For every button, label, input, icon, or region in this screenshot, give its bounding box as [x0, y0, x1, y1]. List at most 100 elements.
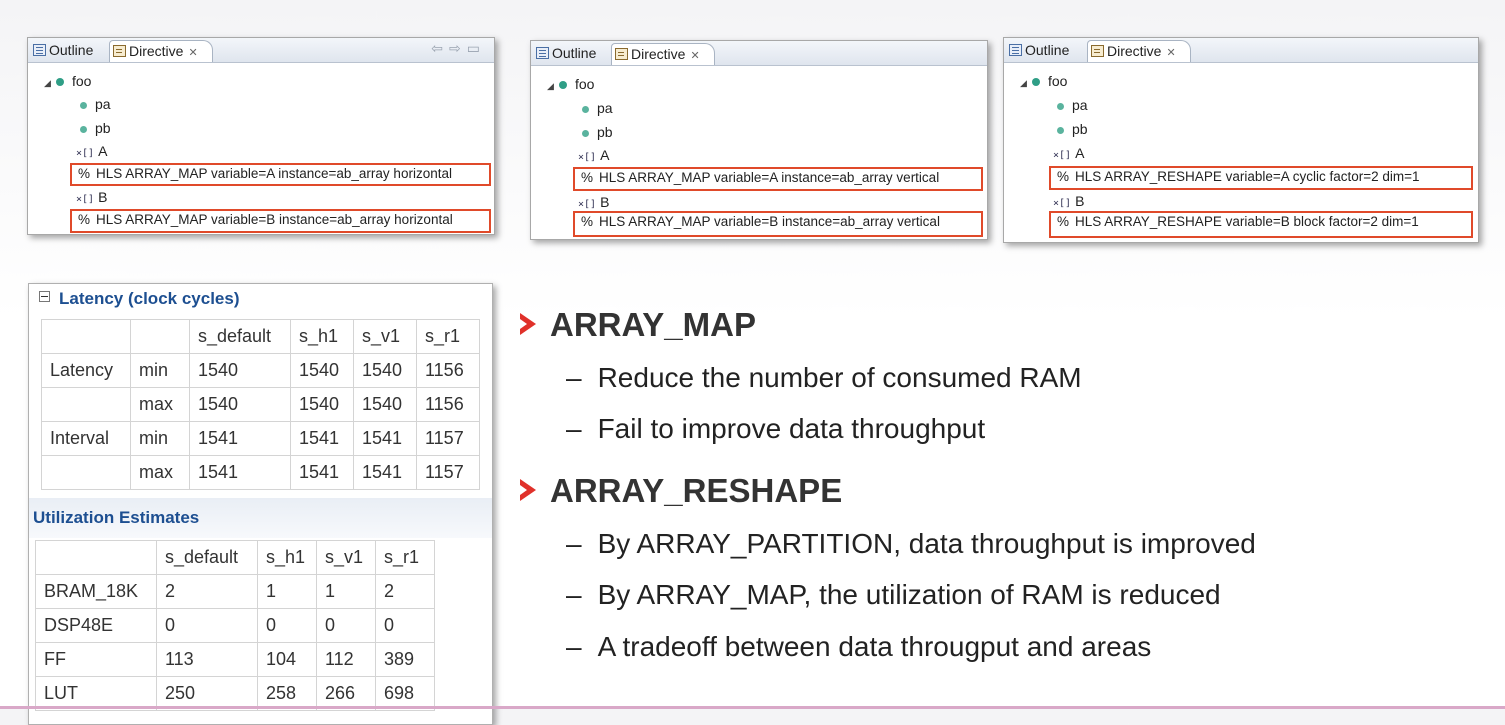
- tree-label: pb: [1072, 121, 1088, 137]
- dash-marker: –: [566, 579, 582, 610]
- tree-item-array[interactable]: ×[] A: [76, 141, 107, 161]
- tree-item-port[interactable]: pa: [582, 98, 613, 118]
- table-cell: max: [130, 387, 190, 422]
- sub-bullet-text: By ARRAY_MAP, the utilization of RAM is …: [597, 579, 1221, 610]
- directive-label: HLS ARRAY_MAP variable=B instance=ab_arr…: [96, 212, 453, 227]
- back-arrow-icon[interactable]: ⇦: [431, 40, 449, 56]
- tree-label: foo: [1048, 73, 1068, 89]
- tab-directive[interactable]: Directive ✕: [109, 40, 213, 62]
- dash-marker: –: [566, 631, 582, 662]
- tree-label: foo: [575, 76, 595, 92]
- minimize-icon[interactable]: ▭: [467, 40, 486, 56]
- array-icon: ×[]: [76, 194, 95, 205]
- table-cell: [41, 455, 131, 490]
- directive-highlight[interactable]: % HLS ARRAY_MAP variable=B instance=ab_ar…: [70, 209, 491, 233]
- function-icon: [56, 78, 64, 86]
- sub-bullet: – By ARRAY_PARTITION, data throughput is …: [566, 528, 1256, 560]
- tree-item-port[interactable]: pa: [80, 94, 111, 114]
- dash-marker: –: [566, 528, 582, 559]
- table-cell: 1541: [353, 455, 417, 490]
- forward-arrow-icon[interactable]: ⇨: [449, 40, 467, 56]
- directive-label: HLS ARRAY_MAP variable=A instance=ab_arr…: [96, 166, 452, 181]
- table-cell: [35, 540, 157, 575]
- view-tab-bar: Outline Directive ✕: [531, 41, 987, 66]
- tab-outline[interactable]: Outline: [30, 40, 97, 61]
- array-icon: ×[]: [1053, 150, 1072, 161]
- bullet-title: ARRAY_RESHAPE: [550, 472, 843, 509]
- table-cell: 1157: [416, 455, 480, 490]
- expand-triangle-icon[interactable]: ◢: [44, 73, 56, 93]
- dash-marker: –: [566, 362, 582, 393]
- utilization-title: Utilization Estimates: [33, 508, 200, 527]
- table-cell: 1: [316, 574, 376, 609]
- tree-item-port[interactable]: pb: [1057, 119, 1088, 139]
- tree-item-port[interactable]: pa: [1057, 95, 1088, 115]
- directive-highlight[interactable]: % HLS ARRAY_MAP variable=A instance=ab_ar…: [573, 167, 983, 191]
- pragma-icon: %: [1057, 169, 1070, 184]
- tab-label: Outline: [1025, 42, 1070, 58]
- table-cell: 1541: [290, 455, 354, 490]
- table-row: FF 113 104 112 389: [35, 642, 435, 677]
- directive-icon: [615, 48, 628, 60]
- table-cell: [41, 319, 131, 354]
- chevron-right-icon: [520, 313, 536, 335]
- expand-triangle-icon[interactable]: ◢: [1020, 73, 1032, 93]
- array-icon: ×[]: [578, 199, 597, 210]
- directive-highlight[interactable]: % HLS ARRAY_MAP variable=A instance=ab_ar…: [70, 163, 491, 186]
- directive-highlight[interactable]: % HLS ARRAY_RESHAPE variable=B block fact…: [1049, 211, 1473, 238]
- expand-triangle-icon[interactable]: ◢: [547, 76, 559, 96]
- tree-item-array[interactable]: ×[] A: [1053, 143, 1084, 163]
- directive-highlight[interactable]: % HLS ARRAY_MAP variable=B instance=ab_ar…: [573, 211, 983, 237]
- tree-label: pa: [1072, 97, 1088, 113]
- tree-label: pb: [95, 120, 111, 136]
- tab-label: Outline: [49, 42, 94, 58]
- table-cell: Latency: [41, 353, 131, 388]
- pragma-icon: %: [78, 212, 91, 227]
- table-cell: 1540: [189, 387, 291, 422]
- table-cell: 1541: [189, 421, 291, 456]
- table-cell: s_v1: [353, 319, 417, 354]
- tab-outline[interactable]: Outline: [533, 43, 600, 64]
- sub-bullet: – Reduce the number of consumed RAM: [566, 362, 1082, 394]
- sub-bullet-text: By ARRAY_PARTITION, data throughput is i…: [597, 528, 1256, 559]
- tree-label: B: [98, 189, 108, 205]
- table-cell: 0: [156, 608, 258, 643]
- outline-icon: [33, 44, 46, 56]
- tree-item-function[interactable]: ◢ foo: [44, 71, 91, 91]
- tree-label: B: [600, 194, 610, 210]
- outline-icon: [536, 47, 549, 59]
- tree-item-port[interactable]: pb: [582, 122, 613, 142]
- tab-outline[interactable]: Outline: [1006, 40, 1073, 61]
- tab-directive[interactable]: Directive ✕: [611, 43, 715, 65]
- table-cell: 1157: [416, 421, 480, 456]
- tree-item-array[interactable]: ×[] B: [1053, 191, 1084, 211]
- close-icon[interactable]: ✕: [1166, 47, 1175, 59]
- table-cell: s_v1: [316, 540, 376, 575]
- tree-item-function[interactable]: ◢ foo: [547, 74, 594, 94]
- table-header-row: s_default s_h1 s_v1 s_r1: [35, 540, 435, 575]
- close-icon[interactable]: ✕: [188, 47, 197, 59]
- sub-bullet: – A tradeoff between data througput and a…: [566, 631, 1151, 663]
- tree-item-array[interactable]: ×[] A: [578, 145, 609, 165]
- collapse-icon[interactable]: [39, 291, 50, 302]
- close-icon[interactable]: ✕: [690, 50, 699, 62]
- latency-section-header[interactable]: Latency (clock cycles): [39, 289, 239, 309]
- table-cell: 0: [375, 608, 435, 643]
- array-icon: ×[]: [1053, 198, 1072, 209]
- tree-item-array[interactable]: ×[] B: [76, 187, 107, 207]
- tree-item-array[interactable]: ×[] B: [578, 192, 609, 212]
- table-row: Latency min 1540 1540 1540 1156: [41, 353, 480, 388]
- directive-label: HLS ARRAY_RESHAPE variable=B block facto…: [1075, 214, 1419, 229]
- tree-label: B: [1075, 193, 1085, 209]
- tree-label: A: [600, 147, 610, 163]
- directive-label: HLS ARRAY_MAP variable=A instance=ab_arr…: [599, 170, 940, 185]
- directive-highlight[interactable]: % HLS ARRAY_RESHAPE variable=A cyclic fac…: [1049, 166, 1473, 190]
- directive-icon: [113, 45, 126, 57]
- table-cell: 1156: [416, 387, 480, 422]
- tab-directive[interactable]: Directive ✕: [1087, 40, 1191, 62]
- table-row: max 1541 1541 1541 1157: [41, 455, 480, 490]
- table-header-row: s_default s_h1 s_v1 s_r1: [41, 319, 480, 354]
- tree-item-function[interactable]: ◢ foo: [1020, 71, 1067, 91]
- table-cell: s_default: [156, 540, 258, 575]
- tree-item-port[interactable]: pb: [80, 118, 111, 138]
